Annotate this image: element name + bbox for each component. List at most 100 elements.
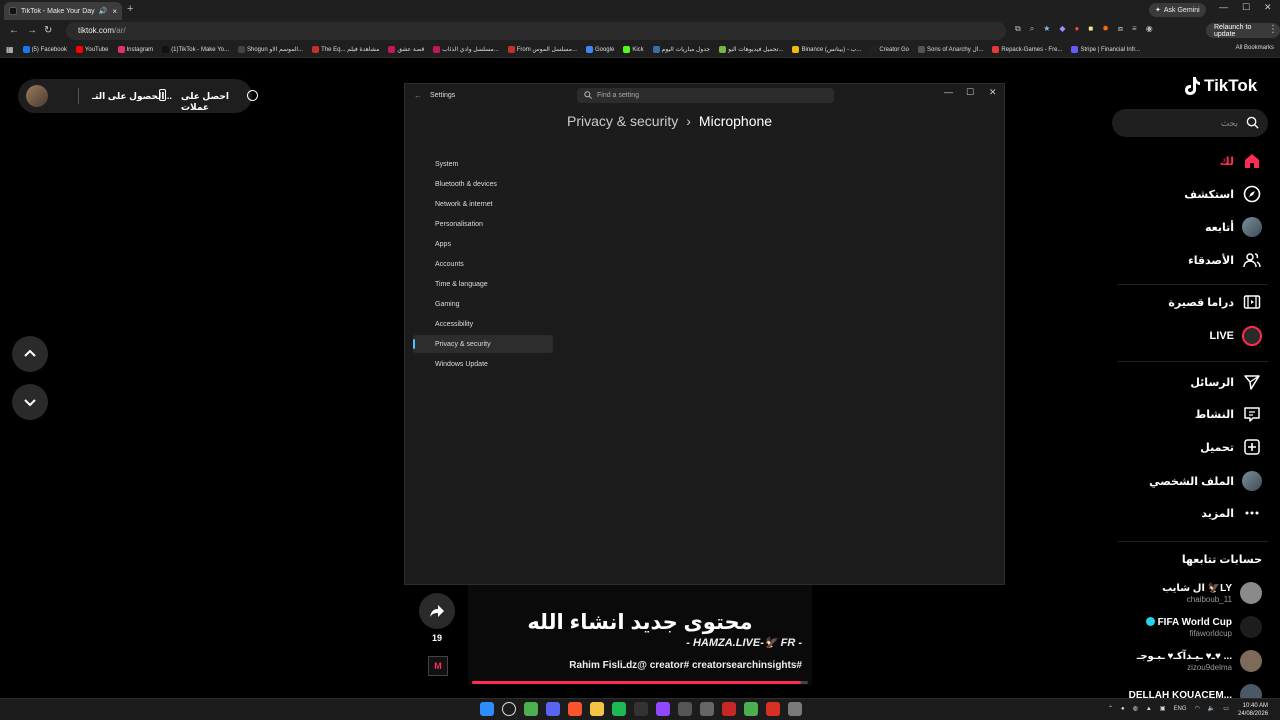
tray-app-icon[interactable]: ● — [1121, 706, 1125, 712]
window-minimize-button[interactable]: — — [944, 87, 953, 97]
bookmark-item[interactable]: تحميل فيديوهات اليو... — [719, 46, 783, 53]
settings-nav-item[interactable]: Gaming — [413, 295, 553, 313]
bookmark-item[interactable]: Stripe | Financial Infr... — [1071, 46, 1140, 53]
sidebar-item-send[interactable]: الرسائل — [1190, 371, 1262, 393]
extension-icon[interactable]: ● — [1075, 24, 1080, 34]
new-tab-button[interactable]: + — [127, 3, 133, 15]
back-arrow-icon[interactable]: ← — [9, 25, 19, 36]
sidebar-item-live[interactable]: LIVE — [1210, 325, 1262, 347]
find-setting-input[interactable]: Find a setting — [577, 88, 834, 103]
bookmark-item[interactable]: Binance (بينانس) - ب... — [792, 46, 861, 53]
url-field[interactable]: tiktok.com/ar/ — [66, 22, 1006, 40]
bookmark-star-icon[interactable]: ★ — [1043, 24, 1050, 34]
bookmark-item[interactable]: Sons of Anarchy ال... — [918, 46, 983, 53]
bookmark-item[interactable]: Google — [585, 46, 614, 53]
settings-nav-item[interactable]: Personalisation — [413, 215, 553, 233]
bookmark-item[interactable]: From مسلسل الموس... — [507, 46, 577, 53]
sidebar-item-profile-avatar[interactable]: الملف الشخصي — [1149, 470, 1262, 492]
extension-icon[interactable]: ✹ — [1102, 24, 1109, 34]
settings-nav-item[interactable]: Apps — [413, 235, 553, 253]
bookmark-item[interactable]: YouTube — [75, 46, 109, 53]
apps-grid-icon[interactable]: ▦ — [6, 45, 14, 54]
bookmark-item[interactable]: مسلسل وادي الذئاب... — [433, 46, 499, 53]
file-explorer-icon[interactable] — [590, 702, 604, 716]
discord-icon[interactable] — [546, 702, 560, 716]
sidebar-item-compass[interactable]: استكشف — [1184, 183, 1262, 205]
settings-nav-item[interactable]: Network & internet — [413, 195, 553, 213]
browser-menu-icon[interactable]: ⋮ — [1268, 24, 1278, 35]
spotify-icon[interactable] — [612, 702, 626, 716]
sidebar-item-home[interactable]: لك — [1220, 150, 1262, 172]
record-icon[interactable] — [722, 702, 736, 716]
following-account-item[interactable]: ال شايب 🦅LY chaiboub_11 — [1162, 578, 1262, 608]
get-coins-link[interactable]: احصل على عملات — [181, 91, 252, 113]
sidebar-item-friends[interactable]: الأصدقاء — [1188, 249, 1262, 271]
sidebar-item-following-avatar[interactable]: أتابعه — [1205, 216, 1262, 238]
all-bookmarks-button[interactable]: All Bookmarks — [1231, 45, 1274, 51]
app-icon[interactable] — [678, 702, 692, 716]
ask-gemini-button[interactable]: ✦ Ask Gemini — [1149, 3, 1206, 17]
search-icon[interactable] — [502, 702, 516, 716]
video-progress-bar[interactable] — [472, 681, 808, 684]
window-close-button[interactable]: ✕ — [1264, 2, 1272, 13]
zoom-icon[interactable]: ⌕ — [1030, 24, 1034, 34]
wifi-icon[interactable]: ◠ — [1195, 705, 1200, 712]
gmail-icon[interactable] — [766, 702, 780, 716]
bookmark-item[interactable]: (1)TikTok - Make Yo... — [162, 46, 229, 53]
volume-icon[interactable]: 🔈 — [1208, 705, 1215, 712]
bookmark-item[interactable]: Repack-Games - Fre... — [992, 46, 1062, 53]
windows-start-icon[interactable] — [480, 702, 494, 716]
search-input[interactable]: بحث — [1112, 109, 1268, 137]
settings-nav-item[interactable]: Time & language — [413, 275, 553, 293]
battery-icon[interactable]: ▭ — [1223, 705, 1229, 712]
language-indicator[interactable]: ENG — [1174, 706, 1187, 712]
bookmark-item[interactable]: Shogun الموسم الاو... — [237, 46, 303, 53]
following-account-item[interactable]: FIFA World Cup fifaworldcup — [1143, 612, 1262, 642]
tray-overflow-icon[interactable]: ⌃ — [1108, 705, 1113, 712]
bookmark-item[interactable]: جدول مباريات اليوم — [652, 46, 710, 53]
following-account-item[interactable]: ـ♥ ـيـدآكـ♥ ـبـوجـ♥ ... zizou9delma — [1137, 646, 1262, 676]
sound-disc[interactable]: M — [428, 656, 448, 676]
extensions-puzzle-icon[interactable]: ⧈ — [1118, 24, 1123, 34]
breadcrumb-parent[interactable]: Privacy & security — [567, 113, 678, 129]
reload-icon[interactable]: ↻ — [44, 25, 52, 36]
avatar[interactable] — [26, 85, 48, 107]
window-minimize-button[interactable]: — — [1219, 2, 1228, 12]
taskbar-clock[interactable]: 10:40 AM 24/08/2026 — [1238, 702, 1268, 718]
extension-icon[interactable]: ■ — [1088, 24, 1093, 34]
bookmark-item[interactable]: Creator Go — [870, 46, 909, 53]
bookmark-item[interactable]: (5) Facebook — [22, 46, 67, 53]
audio-playing-icon[interactable]: 🔊 — [99, 7, 108, 15]
sidebar-item-activity[interactable]: النشاط — [1195, 403, 1262, 425]
tray-app-icon[interactable]: ◍ — [1133, 705, 1138, 712]
reading-list-icon[interactable]: ≡ — [1132, 24, 1137, 34]
window-maximize-button[interactable]: ☐ — [966, 87, 974, 98]
tray-app-icon[interactable]: ▣ — [1160, 705, 1166, 712]
bookmark-item[interactable]: Kick — [623, 46, 644, 53]
forward-arrow-icon[interactable]: → — [27, 25, 37, 36]
xbox-icon[interactable] — [700, 702, 714, 716]
settings-nav-item[interactable]: Windows Update — [413, 355, 553, 373]
settings-nav-item[interactable]: Privacy & security — [413, 335, 553, 353]
extension-icon[interactable]: ◆ — [1059, 24, 1065, 34]
settings-nav-item[interactable]: Accessibility — [413, 315, 553, 333]
next-video-button[interactable] — [12, 384, 48, 420]
settings-nav-item[interactable]: Accounts — [413, 255, 553, 273]
bookmark-item[interactable]: قصة عشق — [388, 46, 424, 53]
video-player[interactable]: محتوى جديد انشاء الله - HAMZA.LIVE-🦅 FR … — [468, 585, 812, 685]
tray-app-icon[interactable]: ▲ — [1146, 706, 1152, 712]
translate-icon[interactable]: ⧉ — [1015, 24, 1021, 34]
bookmark-item[interactable]: Instagram — [117, 46, 153, 53]
chrome-icon[interactable] — [524, 702, 538, 716]
tiktok-logo[interactable]: TikTok — [1183, 76, 1257, 96]
tab-close-icon[interactable]: × — [112, 7, 117, 16]
settings-nav-item[interactable]: Bluetooth & devices — [413, 175, 553, 193]
chrome-profile-icon[interactable] — [744, 702, 758, 716]
settings-icon[interactable] — [788, 702, 802, 716]
sidebar-item-upload[interactable]: تحميل — [1200, 436, 1262, 458]
browser-tab[interactable]: TikTok - Make Your Day 🔊 × — [4, 2, 122, 20]
obs-icon[interactable] — [634, 702, 648, 716]
profile-icon[interactable]: ◉ — [1146, 24, 1153, 34]
window-close-button[interactable]: ✕ — [989, 87, 997, 98]
twitch-icon[interactable] — [656, 702, 670, 716]
